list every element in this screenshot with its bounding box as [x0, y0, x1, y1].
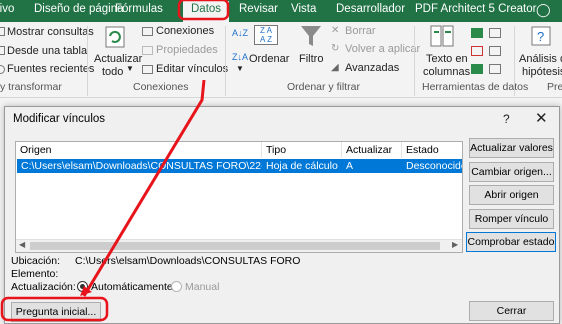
annotation-box-pregunta	[0, 296, 109, 322]
annotation-arrow	[82, 79, 206, 297]
annotation-box-datos	[177, 0, 230, 21]
annotation-overlay	[0, 0, 230, 322]
